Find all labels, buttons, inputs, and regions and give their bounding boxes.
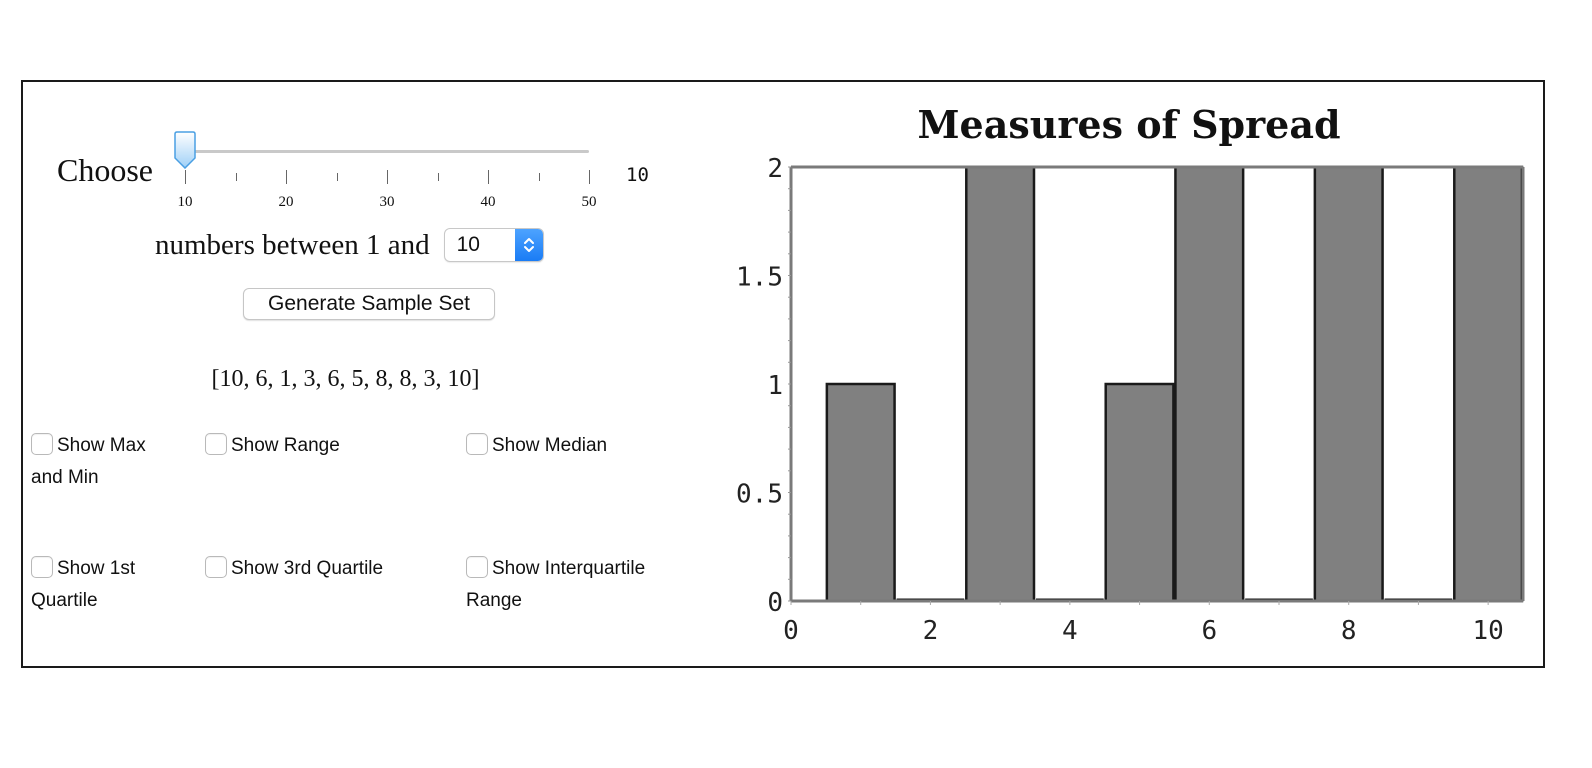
- checkbox-show-median[interactable]: Show Median: [466, 430, 607, 462]
- slider-tick: [488, 170, 489, 184]
- x-tick-label: 10: [1472, 616, 1503, 646]
- slider-tick: [235, 173, 237, 181]
- slider-tick: [589, 170, 590, 184]
- sample-size-slider[interactable]: 10 20 30 40 50: [173, 128, 603, 210]
- checkbox-box[interactable]: [205, 556, 227, 578]
- histogram-bar: [965, 165, 1036, 603]
- checkbox-box[interactable]: [205, 433, 227, 455]
- checkbox-box[interactable]: [466, 433, 488, 455]
- slider-tick: [538, 173, 540, 181]
- chart-title: Measures of Spread: [917, 102, 1340, 147]
- slider-tick-label: 40: [480, 194, 496, 210]
- checkbox-show-iqr[interactable]: Show Interquartile Range: [466, 553, 686, 617]
- checkbox-label-cont: Quartile: [31, 590, 98, 611]
- slider-tick: [336, 173, 338, 181]
- checkbox-show-1st-quartile[interactable]: Show 1st Quartile: [31, 553, 191, 617]
- slider-track[interactable]: [185, 150, 589, 153]
- y-tick-label: 2: [767, 154, 783, 184]
- checkbox-label: Show Median: [492, 435, 608, 456]
- checkbox-label: Show Range: [231, 435, 340, 456]
- checkbox-show-3rd-quartile[interactable]: Show 3rd Quartile: [205, 553, 383, 585]
- checkbox-show-max-min[interactable]: Show Max and Min: [31, 430, 191, 494]
- checkbox-box[interactable]: [31, 433, 53, 455]
- histogram-bar: [1174, 165, 1245, 603]
- histogram-chart: Measures of Spread 0 0.5 1 1.5 2 0 2 4 6 8 10: [736, 102, 1525, 646]
- checkbox-label: Show 3rd Quartile: [231, 558, 384, 579]
- histogram-bar: [825, 382, 896, 603]
- histogram-bar: [1104, 382, 1175, 603]
- y-tick-label: 1.5: [736, 263, 783, 293]
- histogram-bar: [1313, 165, 1384, 603]
- slider-tick: [387, 170, 388, 184]
- x-tick-label: 4: [1062, 616, 1078, 646]
- histogram-bar: [1453, 165, 1524, 603]
- upper-bound-select[interactable]: 10: [443, 228, 544, 262]
- checkbox-label: Show Interquartile: [492, 558, 646, 579]
- sample-set-display: [10, 6, 1, 3, 6, 5, 8, 8, 3, 10]: [211, 366, 480, 392]
- slider-value-readout: 10: [626, 164, 649, 186]
- choose-label: Choose: [57, 152, 153, 188]
- checkbox-box[interactable]: [31, 556, 53, 578]
- checkbox-box[interactable]: [466, 556, 488, 578]
- x-tick-label: 0: [783, 616, 799, 646]
- x-tick-label: 2: [923, 616, 939, 646]
- slider-thumb[interactable]: [174, 131, 196, 169]
- slider-tick-label: 30: [379, 194, 395, 210]
- slider-tick-label: 20: [278, 194, 294, 210]
- checkbox-label-cont: Range: [466, 590, 522, 611]
- applet-frame: Choose 10 20 30 40 50 10 numbers between 1 a…: [21, 80, 1545, 668]
- slider-tick-label: 50: [581, 194, 597, 210]
- y-tick-label: 0.5: [736, 480, 783, 510]
- select-updown-icon[interactable]: [514, 229, 543, 261]
- checkbox-show-range[interactable]: Show Range: [205, 430, 340, 462]
- checkbox-label: Show 1st: [57, 558, 136, 579]
- between-label: numbers between 1 and: [155, 228, 430, 261]
- checkbox-label-cont: and Min: [31, 467, 99, 488]
- y-tick-label: 1: [767, 371, 783, 401]
- generate-sample-set-button[interactable]: Generate Sample Set: [243, 288, 495, 320]
- slider-tick: [286, 170, 287, 184]
- y-tick-label: 0: [767, 588, 783, 618]
- slider-tick: [437, 173, 439, 181]
- checkbox-label: Show Max: [57, 435, 146, 456]
- slider-tick: [185, 170, 186, 184]
- x-tick-label: 6: [1201, 616, 1217, 646]
- select-value: 10: [456, 233, 480, 256]
- x-tick-label: 8: [1341, 616, 1357, 646]
- upper-bound-row: numbers between 1 and 10: [155, 228, 544, 262]
- slider-tick-label: 10: [177, 194, 193, 210]
